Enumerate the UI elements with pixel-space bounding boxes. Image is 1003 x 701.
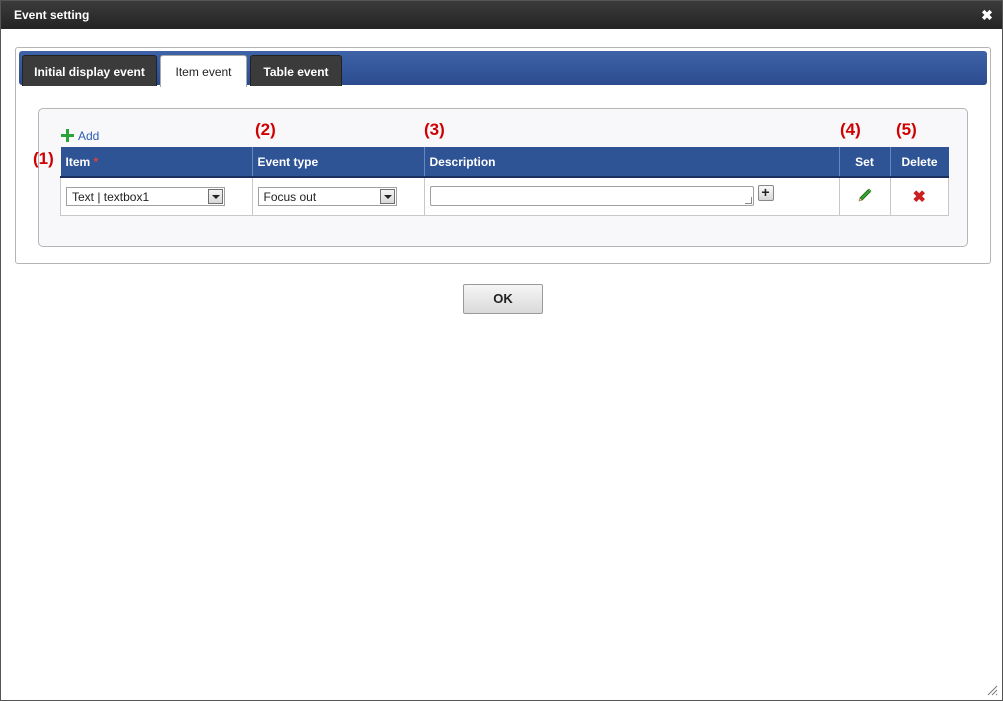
annotation-3: (3) xyxy=(424,120,445,139)
event-type-cell: Focus out xyxy=(251,176,425,216)
annotation-4: (4) xyxy=(840,120,861,139)
set-cell xyxy=(838,176,891,216)
tab-item-event[interactable]: Item event xyxy=(160,55,247,87)
item-event-panel: Add Item * Event type Description Set De… xyxy=(33,108,968,247)
delete-icon[interactable]: ✖ xyxy=(913,187,926,207)
item-select[interactable]: Text | textbox1 xyxy=(66,187,225,206)
annotation-2: (2) xyxy=(255,120,276,139)
expand-description-button[interactable]: + xyxy=(757,184,774,201)
resize-grip-icon[interactable] xyxy=(986,684,998,696)
column-header-set: Set xyxy=(838,147,890,178)
add-plus-icon xyxy=(61,129,74,142)
description-cell: + xyxy=(423,176,840,216)
add-button[interactable]: Add xyxy=(61,129,99,143)
event-type-select[interactable]: Focus out xyxy=(257,187,397,206)
column-header-item-label: Item xyxy=(65,154,91,169)
event-type-select-value: Focus out xyxy=(263,190,317,204)
delete-cell: ✖ xyxy=(889,176,949,216)
tab-initial-display-event[interactable]: Initial display event xyxy=(22,55,157,86)
pencil-icon[interactable] xyxy=(857,187,873,206)
column-header-item: Item * xyxy=(60,147,252,178)
tab-table-event[interactable]: Table event xyxy=(250,55,342,86)
column-header-event-type: Event type xyxy=(251,147,424,178)
item-select-value: Text | textbox1 xyxy=(72,190,150,204)
close-icon[interactable]: ✖ xyxy=(980,8,994,22)
required-marker: * xyxy=(93,154,99,169)
annotation-1: (1) xyxy=(33,149,54,168)
annotation-5: (5) xyxy=(896,120,917,139)
description-wrapper: + xyxy=(429,184,834,209)
description-textarea[interactable] xyxy=(429,185,754,206)
dialog-titlebar[interactable]: Event setting ✖ xyxy=(1,1,1002,29)
add-label: Add xyxy=(78,129,100,143)
chevron-down-icon[interactable] xyxy=(208,189,223,204)
item-cell: Text | textbox1 xyxy=(60,176,253,216)
table-row: Text | textbox1 Focus out + ✖ xyxy=(60,176,949,216)
event-setting-dialog: Event setting ✖ Initial display event It… xyxy=(0,0,1003,701)
dialog-title: Event setting xyxy=(14,8,90,22)
ok-button[interactable]: OK xyxy=(463,284,543,314)
column-header-description: Description xyxy=(423,147,839,178)
item-event-table: Item * Event type Description Set Delete… xyxy=(60,147,949,216)
tab-bar: Initial display event Item event Table e… xyxy=(19,51,987,87)
tab-panel: Initial display event Item event Table e… xyxy=(15,47,991,264)
table-header-row: Item * Event type Description Set Delete xyxy=(60,147,949,178)
column-header-delete: Delete xyxy=(889,147,949,178)
chevron-down-icon[interactable] xyxy=(379,189,395,204)
